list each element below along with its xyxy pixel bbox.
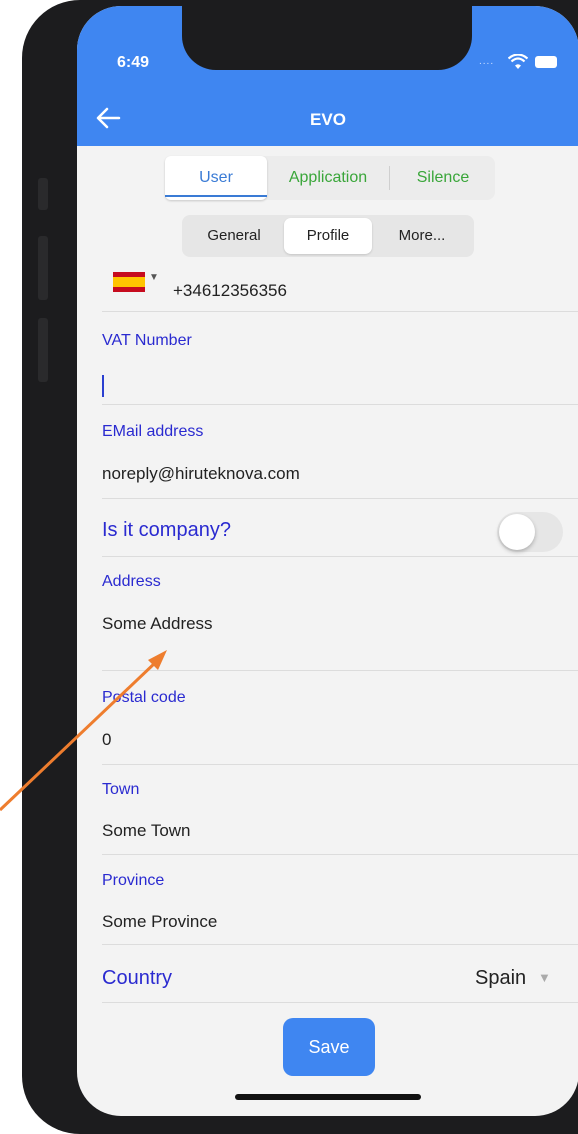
tab-separator	[389, 166, 390, 190]
spain-flag[interactable]	[113, 272, 145, 292]
postal-code-label: Postal code	[102, 689, 186, 706]
province-input[interactable]: Some Province	[102, 912, 217, 932]
volume-up-button	[38, 236, 48, 300]
tab-profile[interactable]: Profile	[284, 218, 372, 254]
email-input[interactable]: noreply@hiruteknova.com	[102, 464, 300, 484]
chevron-down-icon[interactable]: ▼	[538, 970, 551, 985]
divider	[102, 670, 578, 671]
status-time: 6:49	[117, 54, 150, 71]
is-company-toggle[interactable]	[497, 512, 563, 552]
tab-label: User	[199, 169, 233, 186]
toggle-knob	[499, 514, 535, 550]
tab-application[interactable]: Application	[269, 156, 387, 200]
tab-more[interactable]: More...	[376, 218, 468, 254]
tab-silence[interactable]: Silence	[391, 156, 495, 200]
secondary-segmented-control: General Profile More...	[182, 215, 474, 257]
town-input[interactable]: Some Town	[102, 821, 191, 841]
active-tab-underline	[165, 195, 267, 197]
primary-segmented-control: User Application Silence	[165, 156, 495, 200]
town-label: Town	[102, 781, 140, 798]
phone-number-input[interactable]: +34612356356	[173, 281, 287, 301]
address-input[interactable]: Some Address	[102, 614, 213, 634]
mute-switch	[38, 178, 48, 210]
tab-general[interactable]: General	[188, 218, 280, 254]
country-select[interactable]: Spain	[475, 967, 526, 990]
home-indicator	[235, 1094, 421, 1100]
phone-frame: 6:49 .... EVO User Application Silence G…	[22, 0, 578, 1134]
divider	[102, 311, 578, 312]
divider	[102, 944, 578, 945]
divider	[102, 1002, 578, 1003]
province-label: Province	[102, 872, 165, 889]
divider	[102, 404, 578, 405]
vat-number-label: VAT Number	[102, 332, 192, 349]
page-title: EVO	[310, 110, 346, 129]
wifi-icon	[508, 54, 528, 69]
divider	[102, 498, 578, 499]
postal-code-input[interactable]: 0	[102, 730, 111, 750]
app-screen: 6:49 .... EVO User Application Silence G…	[77, 6, 578, 1116]
is-company-label: Is it company?	[102, 519, 231, 541]
country-label: Country	[102, 967, 173, 989]
signal-dots: ....	[479, 56, 495, 67]
divider	[102, 556, 578, 557]
text-cursor	[102, 375, 104, 397]
notch	[182, 6, 472, 70]
divider	[102, 764, 578, 765]
caret-down-icon[interactable]: ▼	[149, 272, 159, 283]
volume-down-button	[38, 318, 48, 382]
email-label: EMail address	[102, 423, 204, 440]
divider	[102, 854, 578, 855]
address-label: Address	[102, 573, 161, 590]
save-button[interactable]: Save	[283, 1018, 375, 1076]
battery-icon	[535, 56, 557, 68]
tab-user[interactable]: User	[165, 156, 267, 200]
